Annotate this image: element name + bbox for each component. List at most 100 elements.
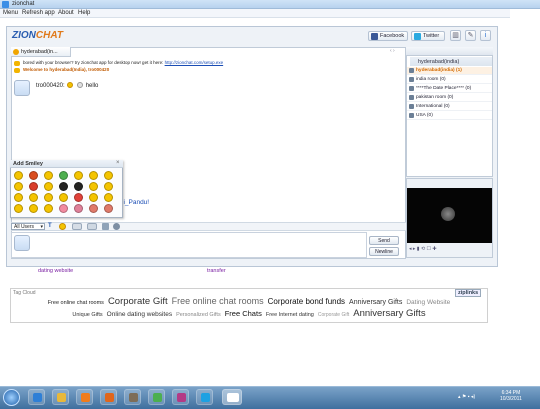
firefox-icon[interactable]	[100, 389, 117, 405]
info-icon[interactable]: i	[480, 30, 491, 41]
tag-link[interactable]: Personalized Gifts	[176, 312, 221, 318]
tag-link[interactable]: Unique Gifts	[72, 312, 102, 318]
room-icon	[409, 95, 414, 100]
smiley-picker-icon[interactable]	[59, 223, 66, 230]
smiley-option-icon[interactable]	[29, 193, 38, 202]
room-list-item[interactable]: india room (0)	[407, 76, 492, 84]
image-icon[interactable]	[102, 223, 109, 230]
message-username[interactable]: tro000420:	[36, 83, 65, 89]
room-icon	[409, 77, 414, 82]
menu-item-about[interactable]: About	[58, 10, 74, 16]
smiley-option-icon[interactable]	[104, 204, 113, 213]
menu-item-menu[interactable]: Menu	[3, 10, 18, 16]
page-margin	[510, 9, 540, 386]
menu-bar: Menu Refresh app About Help	[0, 9, 540, 18]
tag-link[interactable]: Dating Website	[406, 299, 450, 306]
tag-link[interactable]: Online dating websites	[107, 311, 172, 318]
skype-icon[interactable]	[196, 389, 213, 405]
room-tab-icon	[13, 49, 19, 55]
smiley-option-icon[interactable]	[104, 182, 113, 191]
text-format-icon[interactable]: T	[48, 223, 52, 229]
smiley-option-icon[interactable]	[74, 204, 83, 213]
recipient-select[interactable]: All Users ▾	[11, 223, 45, 230]
tag-link[interactable]: Anniversary Gifts	[349, 299, 402, 306]
smiley-option-icon[interactable]	[44, 182, 53, 191]
smiley-option-icon[interactable]	[89, 204, 98, 213]
emote-icon[interactable]	[72, 223, 82, 230]
tag-link[interactable]: Free Chats	[225, 309, 262, 318]
zionchat-taskbar-icon[interactable]	[172, 389, 189, 405]
color-icon[interactable]	[87, 223, 97, 230]
room-name: pakistan room (0)	[416, 95, 454, 100]
room-panel-tabs[interactable]	[406, 47, 493, 56]
start-button[interactable]	[3, 389, 20, 406]
smiley-option-icon[interactable]	[29, 204, 38, 213]
smiley-option-icon[interactable]	[59, 193, 68, 202]
close-icon[interactable]: ×	[116, 160, 120, 166]
webcam-icon[interactable]	[441, 207, 455, 221]
room-list-item[interactable]: International (0)	[407, 103, 492, 111]
newline-button[interactable]: Newline	[369, 247, 399, 256]
tag-link[interactable]: Corporate Gift	[318, 312, 349, 318]
room-list-item[interactable]: hyderabad(india) (1)	[407, 67, 492, 75]
smiley-option-icon[interactable]	[29, 182, 38, 191]
message-input[interactable]	[11, 232, 367, 258]
ie-icon[interactable]	[28, 389, 45, 405]
tag-link[interactable]: Corporate bond funds	[268, 297, 345, 306]
smiley-option-icon[interactable]	[104, 171, 113, 180]
tag-link[interactable]: Corporate Gift	[108, 296, 168, 307]
system-tray[interactable]: ▴ ⚑ ▪ ◂)	[458, 394, 475, 400]
tag-row: Free online chat rooms Corporate Gift Free…	[10, 296, 488, 307]
room-icon	[409, 68, 414, 73]
twitter-button[interactable]: Twitter	[411, 31, 445, 41]
video-controls[interactable]: ◂ ▸ ▮ ⟲ ☐ ✚	[407, 244, 492, 254]
smiley-option-icon[interactable]	[89, 171, 98, 180]
window-title: zionchat	[12, 1, 35, 7]
smiley-option-icon[interactable]	[14, 171, 23, 180]
smiley-option-icon[interactable]	[44, 193, 53, 202]
clock[interactable]: 6:34 PM 10/3/2011	[500, 390, 522, 402]
window-taskbar-button[interactable]	[222, 389, 242, 405]
smiley-option-icon[interactable]	[89, 193, 98, 202]
chrome-icon[interactable]	[148, 389, 165, 405]
chevron-down-icon: ▾	[40, 224, 43, 230]
setup-download-link[interactable]: http://zionchat.com/setup.exe	[165, 60, 224, 65]
smiley-option-icon[interactable]	[14, 193, 23, 202]
room-list-item[interactable]: pakistan room (0)	[407, 94, 492, 102]
smiley-option-icon[interactable]	[59, 182, 68, 191]
gimp-icon[interactable]	[124, 389, 141, 405]
tag-link[interactable]: Free online chat rooms	[172, 296, 264, 306]
dating-website-link[interactable]: dating website	[38, 268, 73, 274]
user-message: tro000420: hello	[36, 82, 98, 89]
media-player-icon[interactable]	[76, 389, 93, 405]
smiley-option-icon[interactable]	[44, 204, 53, 213]
smiley-option-icon[interactable]	[29, 171, 38, 180]
menu-item-help[interactable]: Help	[78, 10, 90, 16]
send-button[interactable]: Send	[369, 236, 399, 245]
transfer-link[interactable]: transfer	[207, 268, 226, 274]
smiley-option-icon[interactable]	[14, 204, 23, 213]
tab-nav-arrows[interactable]: ‹ ›	[390, 48, 395, 54]
wrench-icon[interactable]: ✎	[465, 30, 476, 41]
smiley-option-icon[interactable]	[74, 193, 83, 202]
facebook-button[interactable]: Facebook	[368, 31, 408, 41]
smiley-option-icon[interactable]	[74, 171, 83, 180]
tag-link[interactable]: Free Internet dating	[266, 312, 314, 318]
tag-link[interactable]: Anniversary Gifts	[353, 308, 425, 319]
room-list-item[interactable]: USA (0)	[407, 112, 492, 120]
smiley-option-icon[interactable]	[104, 193, 113, 202]
room-list-item[interactable]: ****The Date Place**** (0)	[407, 85, 492, 93]
menu-item-refresh-app[interactable]: Refresh app	[22, 10, 55, 16]
smiley-option-icon[interactable]	[44, 171, 53, 180]
smiley-option-icon[interactable]	[89, 182, 98, 191]
settings-icon[interactable]	[113, 223, 120, 230]
smiley-option-icon[interactable]	[74, 182, 83, 191]
smiley-option-icon[interactable]	[14, 182, 23, 191]
smiley-option-icon[interactable]	[59, 204, 68, 213]
room-tab[interactable]: hyderabad(in...	[11, 47, 71, 57]
partial-username: ii_Pandu!	[122, 199, 150, 206]
trash-icon[interactable]: ▥	[450, 30, 461, 41]
smiley-option-icon[interactable]	[59, 171, 68, 180]
folder-icon[interactable]	[52, 389, 69, 405]
tag-link[interactable]: Free online chat rooms	[48, 300, 104, 306]
